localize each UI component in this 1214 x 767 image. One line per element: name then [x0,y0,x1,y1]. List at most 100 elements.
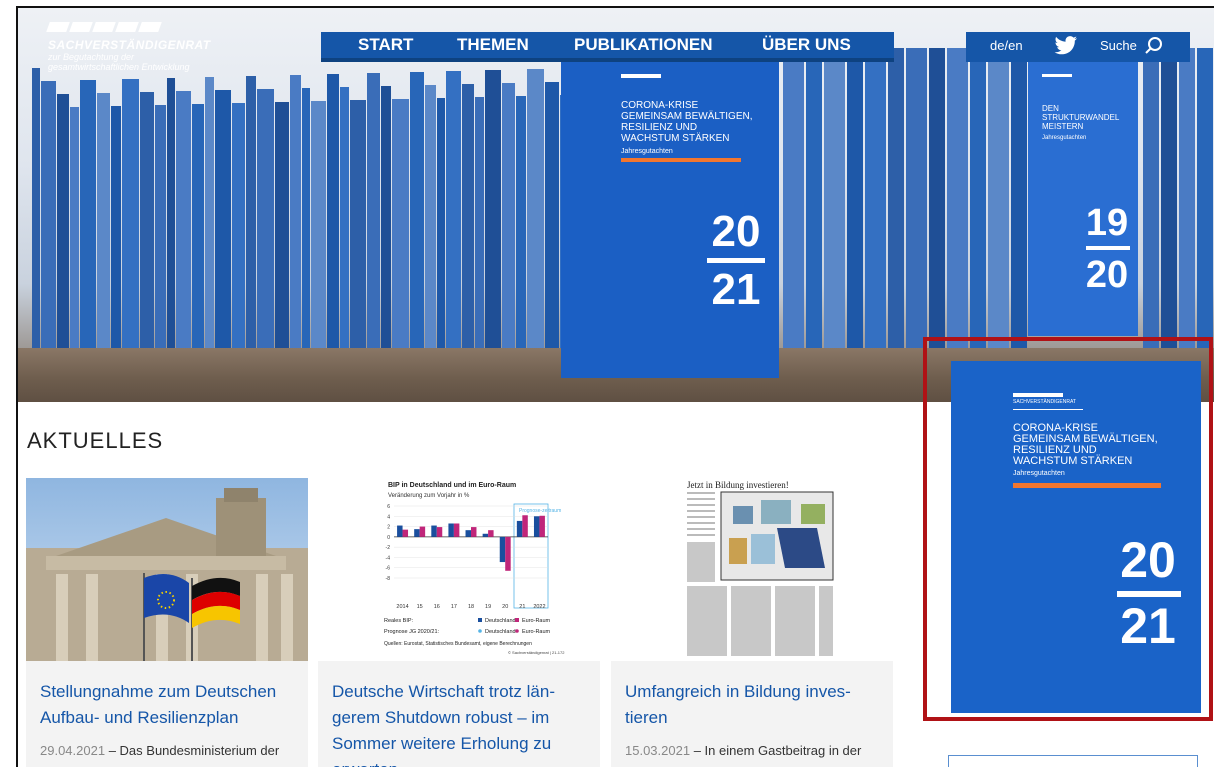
nav-ueber-uns[interactable]: ÜBER UNS [762,35,851,55]
nav-themen[interactable]: THEMEN [457,35,529,55]
language-switcher: de/en [990,38,1023,53]
site-logo[interactable]: SACHVERSTÄNDIGENRAT zur Begutachtung der… [46,22,211,72]
x-tick-label: 18 [468,604,474,610]
book-spine [545,82,559,348]
book-spine [111,106,121,348]
gdp-chart-image[interactable]: BIP in Deutschland und im Euro-Raum Verä… [318,478,600,661]
book-spine [410,72,424,348]
sidebar-box [948,755,1198,767]
jahresgutachten-cover-teaser[interactable]: SACHVERSTÄNDIGENRAT CORONA-KRISE GEMEINS… [923,337,1213,721]
bar-euro-raum [402,529,409,537]
book-spine [485,70,501,348]
legend-de-forecast-marker [478,629,482,633]
search-icon[interactable] [1144,36,1164,61]
bar-deutschland [499,536,506,563]
hero-book-accent-bar [621,158,741,162]
x-tick-label: 16 [434,604,440,610]
book-spine [302,88,310,348]
search-label[interactable]: Suche [1100,38,1137,53]
book-spine [527,69,544,348]
y-tick-label: 6 [387,504,390,510]
jahresgutachten-cover: SACHVERSTÄNDIGENRAT CORONA-KRISE GEMEINS… [951,361,1201,713]
cover-year-top: 20 [1120,532,1176,588]
utility-bar: de/en Suche [966,32,1190,62]
cover-accent-bar [1013,483,1161,488]
book-spine [327,74,339,348]
book-spine [215,90,231,348]
y-tick-label: 4 [387,514,390,520]
legend-de-swatch [478,618,482,622]
book-spine [32,68,40,348]
news-card-meta: 29.04.2021 – Das Bundesministerium der [40,743,279,758]
x-tick-label: 19 [485,604,491,610]
bar-deutschland [465,530,471,537]
book-spine [988,48,1009,348]
legend-eu-forecast: Euro-Raum [522,629,551,635]
book-spine [205,77,214,348]
book-spine [970,48,986,348]
bar-deutschland [397,525,403,537]
book-spine [350,100,366,348]
x-tick-label: 21 [519,604,525,610]
y-tick-label: 0 [387,535,390,541]
twitter-icon[interactable] [1054,36,1078,61]
book-spine [783,48,804,348]
book-spine [246,76,256,348]
book-spine [340,87,349,348]
book-spine [502,83,515,348]
book-spine [167,78,175,348]
book-spine [1197,48,1213,348]
news-card-body: Umfangreich in Bildung inves­tieren 15.0… [611,661,893,767]
book-spine [462,84,474,348]
chart-title: BIP in Deutschland und im Euro-Raum [388,482,516,489]
hero-book-year-bottom: 21 [711,265,761,314]
cover-org-name: SACHVERSTÄNDIGENRAT [1013,399,1076,405]
nav-publikationen[interactable]: PUBLIKATIONEN [574,35,713,55]
hero-book2-title-2: MEISTERN [1042,122,1084,131]
bar-euro-raum [488,530,494,537]
legend-row2-label: Prognose JG 2020/21: [384,629,440,635]
lang-de-link[interactable]: de [990,38,1004,53]
legend-de-forecast: Deutschland [485,629,516,635]
hero-book-title-1: CORONA-KRISE [621,100,699,111]
bar-euro-raum [522,515,528,537]
bar-euro-raum [436,527,443,537]
news-card: Jetzt in Bildung investieren! Umfangreic… [611,478,893,767]
legend-eu-forecast-marker [515,629,519,633]
hero-book-title-3: RESILIENZ UND [621,122,698,133]
book-spine [311,101,326,348]
forecast-period-label: Prognose-zeitraum [519,508,561,514]
hero-book-year-top: 20 [711,207,761,256]
logo-title: SACHVERSTÄNDIGENRAT [48,38,211,52]
book-spine [257,89,274,348]
nav-start[interactable]: START [358,35,413,55]
y-tick-label: 2 [387,525,390,531]
news-card-body: Deutsche Wirtschaft trotz län­gerem Shut… [318,661,600,767]
news-card-title[interactable]: Deutsche Wirtschaft trotz län­gerem Shut… [332,679,592,767]
book-spine [57,94,69,348]
news-card-title[interactable]: Stellungnahme zum Deutschen Aufbau- und … [40,679,300,731]
hero-book-2020-21: CORONA-KRISE GEMEINSAM BEWÄLTIGEN, RESIL… [561,60,779,378]
bar-euro-raum [539,515,545,537]
news-card-title[interactable]: Umfangreich in Bildung inves­tieren [625,679,885,731]
chart-subtitle: Veränderung zum Vorjahr in % [388,493,470,499]
x-tick-label: 2022 [533,604,545,610]
book-spine [824,48,845,348]
book-spine [888,48,904,348]
y-tick-label: -8 [386,576,391,582]
bar-deutschland [414,529,420,537]
newspaper-clipping-image[interactable]: Jetzt in Bildung investieren! [611,478,893,661]
section-title-aktuelles: AKTUELLES [27,428,164,453]
book-spine [1161,48,1177,348]
book-spine [929,48,945,348]
book-spine [232,103,245,348]
book-spine [1143,48,1159,348]
hero-book2-year-top: 19 [1085,202,1129,244]
logo-subtitle-line1: zur Begutachtung der [48,52,135,62]
hero-book2-year-bottom: 20 [1085,254,1129,296]
reichstag-image[interactable] [26,478,308,661]
book-spine [1179,48,1195,348]
logo-mark [46,22,211,32]
book-spine [97,93,110,348]
lang-en-link[interactable]: en [1008,38,1022,53]
